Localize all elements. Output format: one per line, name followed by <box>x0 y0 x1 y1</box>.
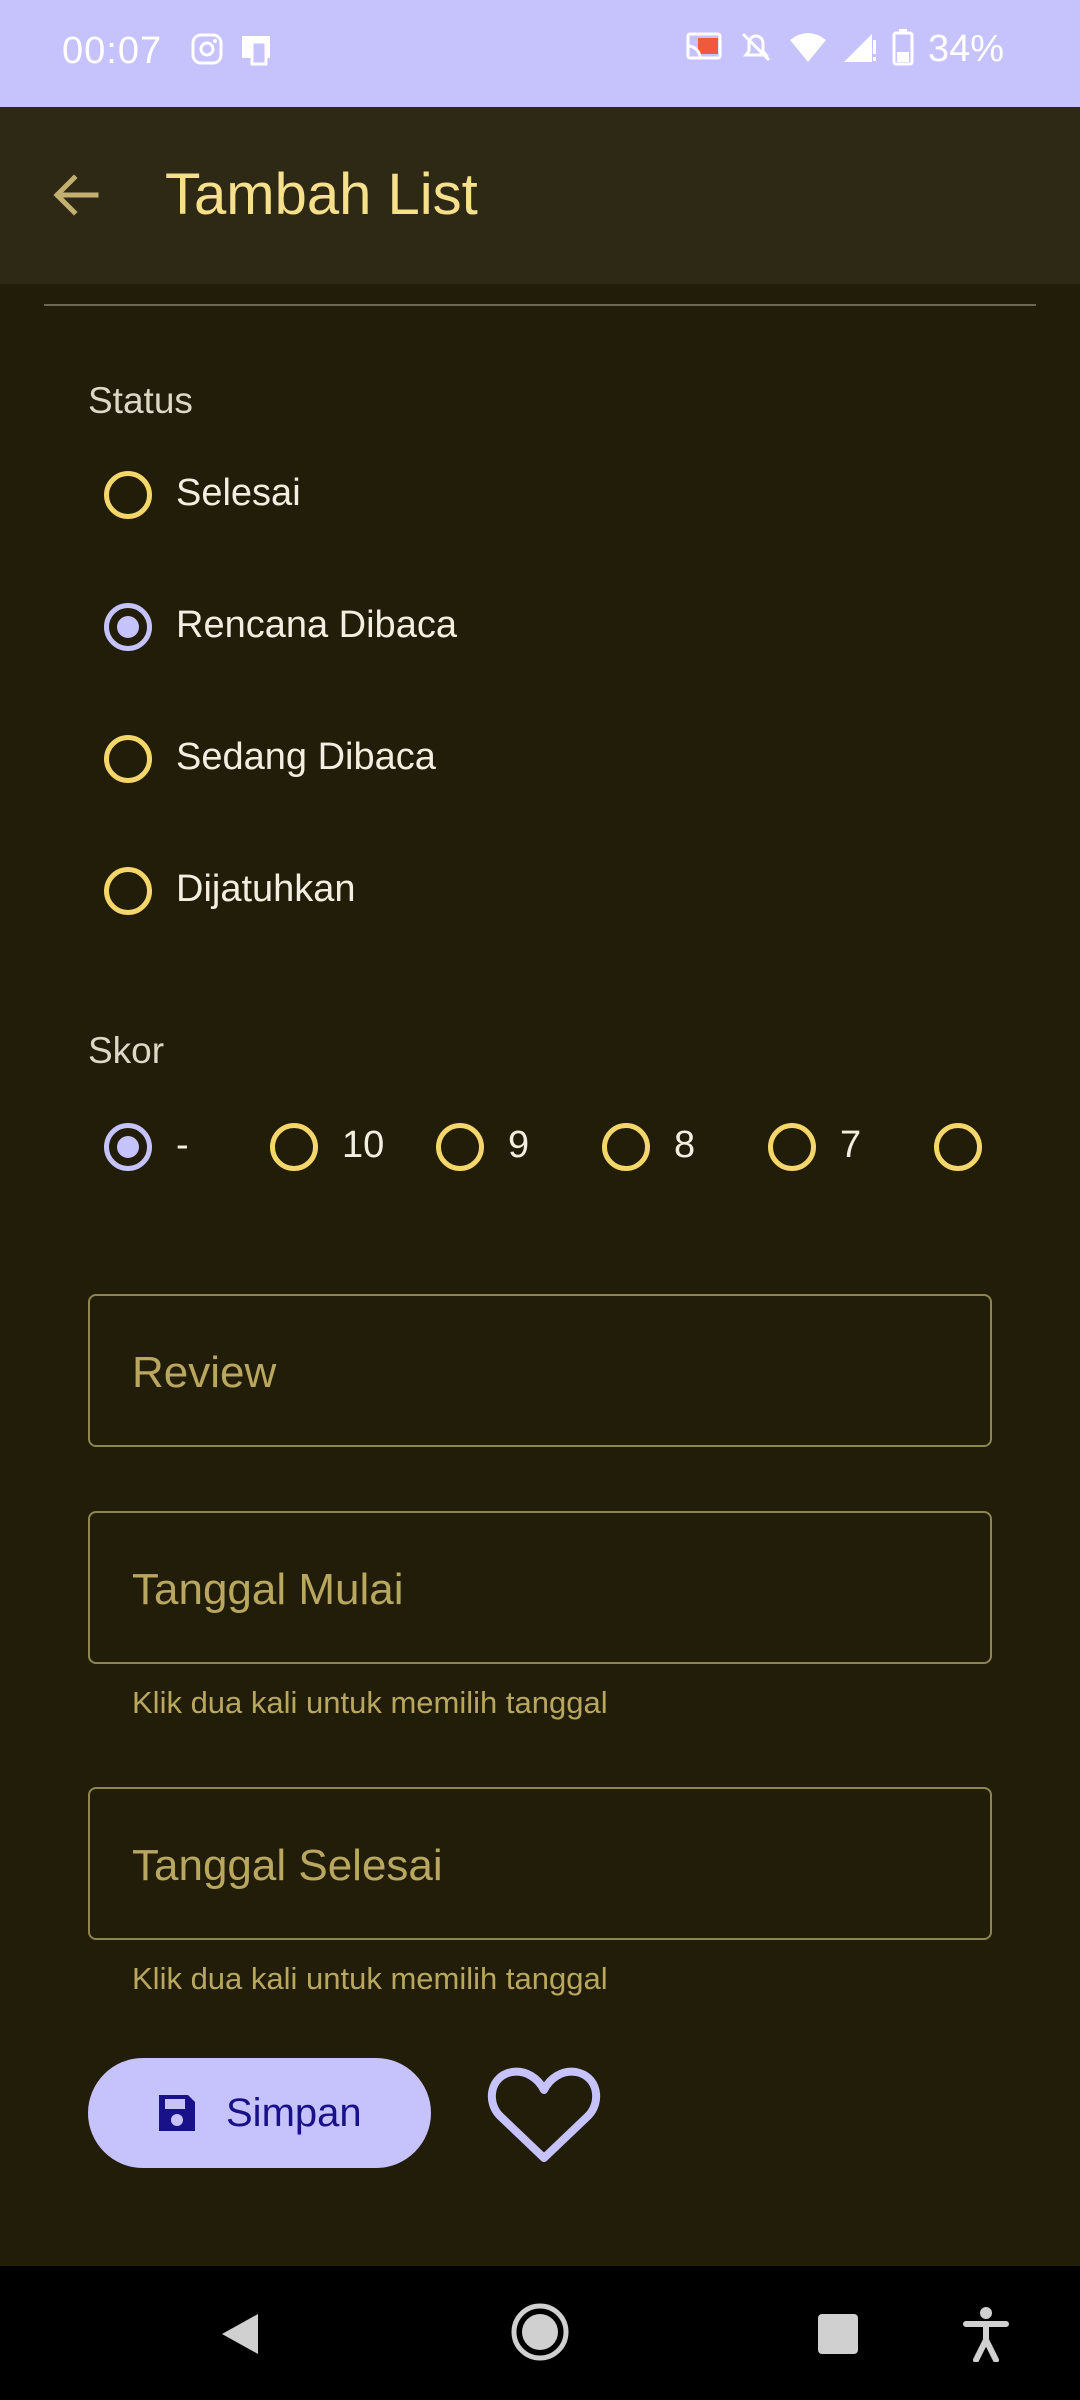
end-date-helper-text: Klik dua kali untuk memilih tanggal <box>132 1961 608 1996</box>
save-icon <box>156 2092 198 2134</box>
score-option-label: 7 <box>840 1124 862 1166</box>
nav-back-icon[interactable] <box>220 2312 260 2361</box>
score-option-8[interactable]: 8 <box>598 1117 718 1177</box>
score-section-label: Skor <box>88 1030 165 1071</box>
instagram-icon <box>190 32 224 71</box>
nav-recents-icon[interactable] <box>816 2312 860 2361</box>
review-field[interactable]: Review <box>88 1294 992 1447</box>
status-bar: 00:07 34% <box>0 0 1080 107</box>
radio-unchecked-icon <box>602 1123 650 1171</box>
score-option-label: 10 <box>342 1124 385 1166</box>
accessibility-icon[interactable] <box>962 2306 1010 2367</box>
start-date-helper-text: Klik dua kali untuk memilih tanggal <box>132 1685 608 1720</box>
app-bar: Tambah List <box>0 107 1080 284</box>
score-option-7[interactable]: 7 <box>764 1117 884 1177</box>
wifi-icon <box>788 30 828 69</box>
save-button-label: Simpan <box>226 2091 362 2135</box>
cast-icon <box>684 30 724 69</box>
end-date-placeholder: Tanggal Selesai <box>132 1841 443 1890</box>
radio-unchecked-icon <box>104 735 152 783</box>
signal-icon <box>842 30 878 69</box>
radio-unchecked-icon <box>934 1123 982 1171</box>
status-option-sedang-dibaca[interactable]: Sedang Dibaca <box>100 729 520 789</box>
divider <box>44 304 1036 306</box>
notifications-off-icon <box>738 29 774 70</box>
battery-percentage: 34% <box>927 28 1004 70</box>
save-button[interactable]: Simpan <box>88 2058 431 2168</box>
radio-checked-icon <box>104 603 152 651</box>
end-date-field[interactable]: Tanggal Selesai <box>88 1787 992 1940</box>
navigation-bar <box>0 2266 1080 2400</box>
score-option-label: - <box>176 1124 189 1166</box>
radio-unchecked-icon <box>104 867 152 915</box>
nav-home-icon[interactable] <box>510 2302 570 2367</box>
start-date-placeholder: Tanggal Mulai <box>132 1565 404 1614</box>
score-option-6[interactable] <box>930 1117 1000 1177</box>
status-option-label: Dijatuhkan <box>176 868 356 910</box>
notification-app-icon <box>238 32 278 71</box>
score-option-label: 8 <box>674 1124 696 1166</box>
score-option-none[interactable]: - <box>100 1117 220 1177</box>
status-time: 00:07 <box>62 30 163 72</box>
status-option-dijatuhkan[interactable]: Dijatuhkan <box>100 861 480 921</box>
radio-unchecked-icon <box>436 1123 484 1171</box>
status-option-label: Selesai <box>176 472 301 514</box>
start-date-field[interactable]: Tanggal Mulai <box>88 1511 992 1664</box>
score-option-9[interactable]: 9 <box>432 1117 552 1177</box>
heart-outline-icon <box>482 2067 606 2172</box>
status-section-label: Status <box>88 380 193 421</box>
review-placeholder: Review <box>132 1348 277 1397</box>
radio-unchecked-icon <box>270 1123 318 1171</box>
favorite-button[interactable] <box>482 2058 606 2168</box>
status-option-selesai[interactable]: Selesai <box>100 465 400 525</box>
radio-unchecked-icon <box>104 471 152 519</box>
score-option-label: 9 <box>508 1124 530 1166</box>
page-title: Tambah List <box>165 162 478 227</box>
radio-unchecked-icon <box>768 1123 816 1171</box>
status-option-label: Sedang Dibaca <box>176 736 436 778</box>
arrow-back-icon <box>46 174 106 229</box>
battery-icon <box>892 28 914 71</box>
radio-checked-icon <box>104 1123 152 1171</box>
score-option-10[interactable]: 10 <box>266 1117 396 1177</box>
back-button[interactable] <box>46 165 106 225</box>
status-option-label: Rencana Dibaca <box>176 604 457 646</box>
status-option-rencana-dibaca[interactable]: Rencana Dibaca <box>100 597 520 657</box>
